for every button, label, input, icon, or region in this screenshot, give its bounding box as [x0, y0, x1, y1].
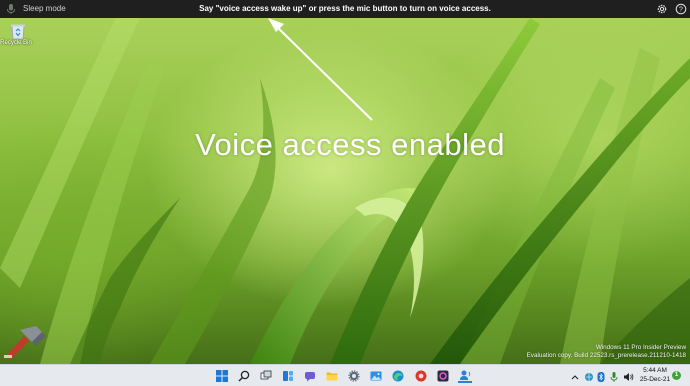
- windows-watermark: Windows 11 Pro Insider Preview Evaluatio…: [527, 344, 686, 360]
- annotation-arrow: [268, 18, 373, 121]
- widgets-icon[interactable]: [281, 369, 295, 383]
- hammer-logo-icon: [4, 326, 46, 359]
- bluetooth-icon[interactable]: [597, 370, 605, 382]
- clock[interactable]: 5:44 AM 25-Dec-21: [638, 367, 672, 384]
- clock-date: 25-Dec-21: [639, 375, 671, 383]
- taskbar: 5:44 AM 25-Dec-21 1: [0, 364, 690, 386]
- chat-icon[interactable]: [303, 369, 317, 383]
- search-icon[interactable]: [237, 369, 251, 383]
- volume-icon[interactable]: [623, 370, 634, 382]
- network-icon[interactable]: [584, 370, 594, 382]
- file-explorer-icon[interactable]: [325, 369, 339, 383]
- app-icon[interactable]: [436, 369, 450, 383]
- edge-icon[interactable]: [391, 369, 405, 383]
- watermark-edition: Windows 11 Pro Insider Preview: [595, 344, 686, 351]
- microphone-icon[interactable]: [610, 370, 618, 382]
- watermark-build: Evaluation copy. Build 22523.rs_prerelea…: [526, 352, 686, 359]
- start-icon[interactable]: [215, 369, 229, 383]
- chevron-up-icon[interactable]: [571, 370, 579, 382]
- voice-access-enabled-caption: Voice access enabled: [195, 127, 505, 162]
- settings-icon[interactable]: [347, 369, 361, 383]
- photos-icon[interactable]: [369, 369, 383, 383]
- task-view-icon[interactable]: [259, 369, 273, 383]
- clock-time: 5:44 AM: [643, 367, 667, 374]
- app-icon[interactable]: [414, 369, 428, 383]
- notification-badge[interactable]: 1: [672, 371, 681, 380]
- voice-access-icon[interactable]: [458, 369, 472, 383]
